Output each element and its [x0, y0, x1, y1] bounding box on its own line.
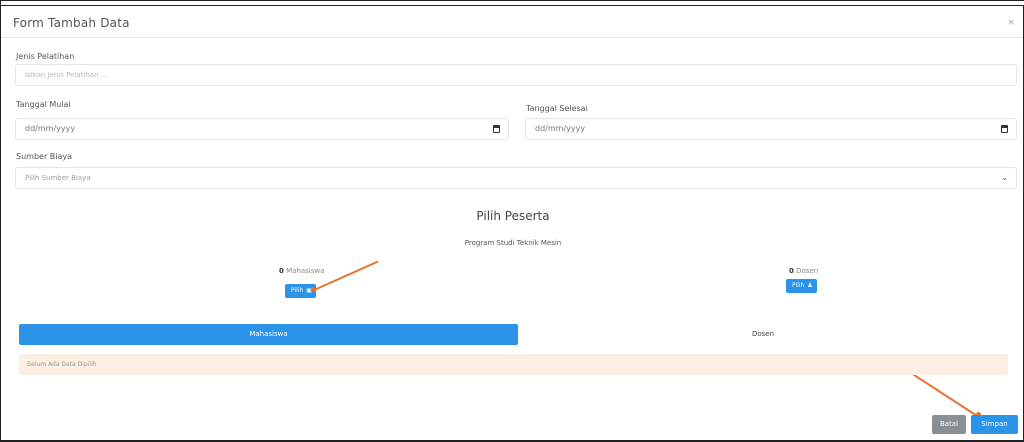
chevron-down-icon: ⌄: [1001, 173, 1008, 182]
tanggal-mulai-label: Tanggal Mulai: [16, 100, 71, 109]
tanggal-mulai-value: dd/mm/yyyy: [25, 124, 76, 133]
tab-mahasiswa[interactable]: Mahasiswa: [19, 324, 518, 345]
modal-title: Form Tambah Data: [13, 16, 130, 30]
annotation-arrowhead: [311, 287, 316, 292]
empty-selection-text: Belum Ada Data Dipilih: [27, 361, 97, 368]
mahasiswa-count-value: 0: [279, 267, 284, 275]
sumber-biaya-value: Pilih Sumber Biaya: [25, 174, 91, 182]
batal-button[interactable]: Batal: [932, 415, 966, 434]
program-studi-label: Program Studi Teknik Mesin: [464, 239, 562, 247]
sumber-biaya-label: Sumber Biaya: [16, 152, 73, 161]
annotation-arrow: [313, 260, 379, 291]
jenis-pelatihan-input[interactable]: Isikan Jenis Pelatihan ...: [15, 64, 1017, 86]
tanggal-selesai-label: Tanggal Selesai: [526, 104, 588, 113]
jenis-pelatihan-label: Jenis Pelatihan: [16, 52, 75, 61]
tanggal-selesai-value: dd/mm/yyyy: [535, 124, 586, 133]
dosen-count-value: 0: [789, 267, 794, 275]
jenis-pelatihan-placeholder: Isikan Jenis Pelatihan ...: [25, 71, 108, 79]
tab-dosen[interactable]: Dosen: [518, 324, 1008, 345]
dosen-count: 0 Dosen: [789, 267, 818, 275]
mahasiswa-count: 0 Mahasiswa: [279, 267, 324, 275]
simpan-button[interactable]: Simpan: [971, 415, 1018, 434]
pilih-dosen-label: Pilih: [792, 282, 805, 289]
pilih-mahasiswa-label: Pilih: [291, 287, 304, 294]
user-icon: ♟: [807, 282, 813, 289]
sumber-biaya-select[interactable]: Pilih Sumber Biaya ⌄: [15, 167, 1017, 189]
calendar-icon[interactable]: [493, 125, 500, 133]
annotation-arrow: [907, 370, 978, 417]
mahasiswa-count-label: Mahasiswa: [286, 267, 325, 275]
tanggal-mulai-input[interactable]: dd/mm/yyyy: [15, 118, 509, 140]
modal-header: Form Tambah Data ×: [1, 6, 1023, 38]
pilih-peserta-title: Pilih Peserta: [476, 209, 550, 223]
dosen-count-label: Dosen: [796, 267, 819, 275]
empty-selection-alert: Belum Ada Data Dipilih: [19, 354, 1008, 375]
calendar-icon[interactable]: [1001, 125, 1008, 133]
close-icon[interactable]: ×: [1007, 18, 1015, 28]
modal-frame: Form Tambah Data × Jenis Pelatihan Isika…: [0, 0, 1024, 442]
pilih-dosen-button[interactable]: Pilih ♟: [786, 279, 817, 293]
tanggal-selesai-input[interactable]: dd/mm/yyyy: [525, 118, 1017, 140]
